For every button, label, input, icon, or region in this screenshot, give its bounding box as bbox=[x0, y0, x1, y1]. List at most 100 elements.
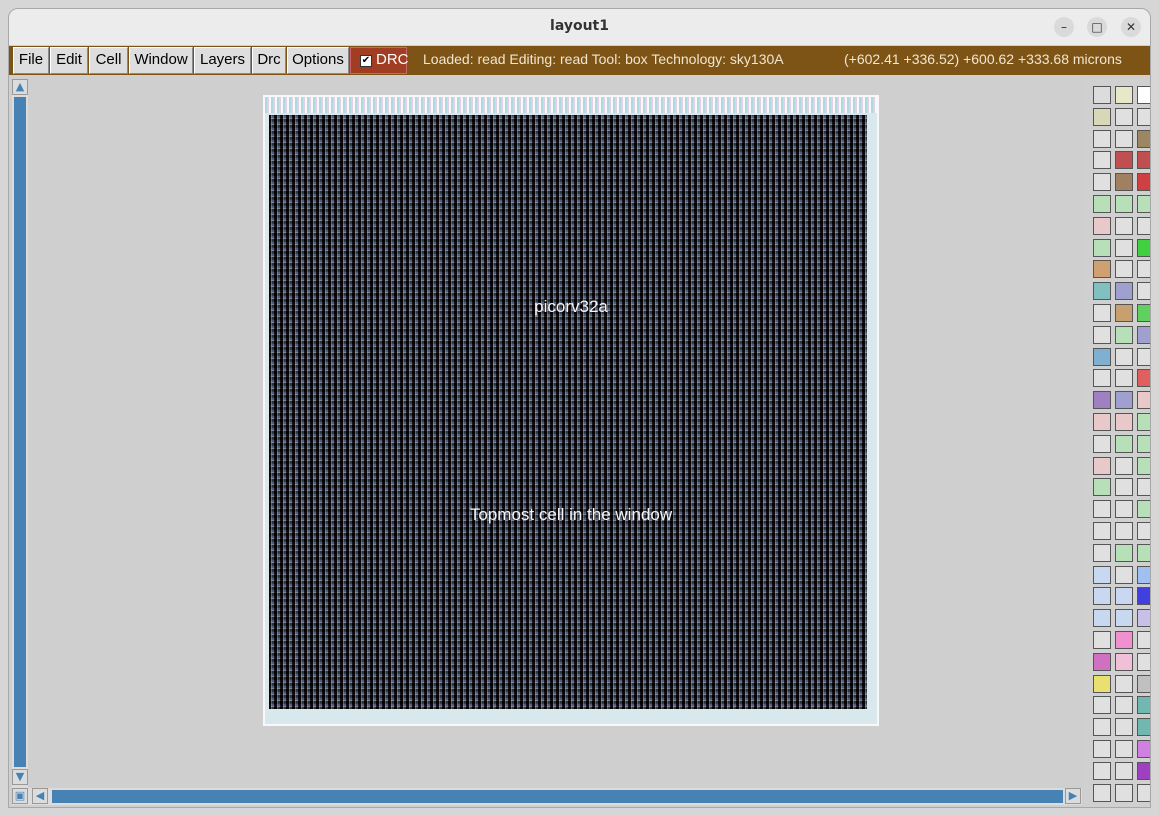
layer-swatch[interactable] bbox=[1115, 500, 1133, 519]
layer-swatch[interactable] bbox=[1093, 456, 1111, 475]
menu-layers[interactable]: Layers bbox=[194, 47, 251, 74]
layer-swatch[interactable] bbox=[1115, 151, 1133, 170]
layer-swatch[interactable] bbox=[1137, 652, 1150, 671]
layer-swatch[interactable] bbox=[1137, 631, 1150, 649]
layer-swatch[interactable] bbox=[1115, 195, 1133, 213]
layer-swatch[interactable] bbox=[1093, 565, 1111, 584]
layer-swatch[interactable] bbox=[1093, 282, 1111, 301]
layer-swatch[interactable] bbox=[1093, 151, 1111, 170]
layer-swatch[interactable] bbox=[1115, 413, 1133, 431]
layer-swatch[interactable] bbox=[1137, 609, 1150, 628]
layer-swatch[interactable] bbox=[1093, 238, 1111, 257]
layer-swatch[interactable] bbox=[1137, 304, 1150, 322]
layer-swatch[interactable] bbox=[1115, 238, 1133, 257]
layer-swatch[interactable] bbox=[1093, 107, 1111, 126]
layer-swatch[interactable] bbox=[1093, 260, 1111, 279]
horizontal-scrollbar[interactable]: ▣ ◀ ▶ bbox=[12, 788, 1082, 805]
layer-swatch[interactable] bbox=[1093, 173, 1111, 192]
menu-file[interactable]: File bbox=[13, 47, 49, 74]
layer-swatch[interactable] bbox=[1093, 216, 1111, 235]
layer-swatch[interactable] bbox=[1137, 413, 1150, 431]
layer-swatch[interactable] bbox=[1115, 86, 1133, 104]
scroll-left-arrow-icon[interactable]: ◀ bbox=[32, 788, 48, 804]
layer-swatch[interactable] bbox=[1137, 325, 1150, 344]
layer-swatch[interactable] bbox=[1093, 86, 1111, 104]
layer-swatch[interactable] bbox=[1137, 543, 1150, 562]
layer-swatch[interactable] bbox=[1137, 86, 1150, 104]
layer-swatch[interactable] bbox=[1093, 740, 1111, 758]
layer-swatch[interactable] bbox=[1137, 434, 1150, 453]
layer-swatch[interactable] bbox=[1093, 304, 1111, 322]
layer-swatch[interactable] bbox=[1137, 565, 1150, 584]
layer-swatch[interactable] bbox=[1137, 761, 1150, 780]
layer-swatch[interactable] bbox=[1137, 347, 1150, 366]
layer-swatch[interactable] bbox=[1137, 587, 1150, 606]
layer-swatch[interactable] bbox=[1115, 216, 1133, 235]
scroll-up-arrow-icon[interactable]: ▲ bbox=[12, 79, 28, 95]
layer-swatch[interactable] bbox=[1115, 652, 1133, 671]
layout-canvas[interactable]: picorv32a Topmost cell in the window bbox=[30, 79, 1083, 787]
layer-swatch[interactable] bbox=[1137, 783, 1150, 802]
layer-swatch[interactable] bbox=[1115, 456, 1133, 475]
layer-swatch[interactable] bbox=[1093, 587, 1111, 606]
menu-cell[interactable]: Cell bbox=[89, 47, 128, 74]
layer-swatch[interactable] bbox=[1093, 783, 1111, 802]
layer-swatch[interactable] bbox=[1115, 696, 1133, 715]
layer-swatch[interactable] bbox=[1115, 740, 1133, 758]
layer-swatch[interactable] bbox=[1093, 369, 1111, 388]
layer-swatch[interactable] bbox=[1093, 718, 1111, 737]
layer-swatch[interactable] bbox=[1093, 631, 1111, 649]
layer-swatch[interactable] bbox=[1137, 195, 1150, 213]
layer-swatch[interactable] bbox=[1137, 522, 1150, 540]
layer-swatch[interactable] bbox=[1115, 587, 1133, 606]
layer-swatch[interactable] bbox=[1093, 652, 1111, 671]
layer-swatch[interactable] bbox=[1115, 522, 1133, 540]
layer-swatch[interactable] bbox=[1115, 609, 1133, 628]
layer-swatch[interactable] bbox=[1093, 500, 1111, 519]
layer-swatch[interactable] bbox=[1115, 260, 1133, 279]
cell-bounding-box[interactable]: picorv32a Topmost cell in the window bbox=[263, 95, 879, 726]
layer-swatch[interactable] bbox=[1115, 369, 1133, 388]
layer-swatch[interactable] bbox=[1137, 674, 1150, 693]
layer-swatch[interactable] bbox=[1115, 674, 1133, 693]
layer-swatch[interactable] bbox=[1115, 282, 1133, 301]
close-button[interactable]: ✕ bbox=[1121, 17, 1141, 37]
layer-swatch[interactable] bbox=[1093, 609, 1111, 628]
layer-swatch[interactable] bbox=[1093, 674, 1111, 693]
layer-swatch[interactable] bbox=[1115, 325, 1133, 344]
layer-swatch[interactable] bbox=[1115, 434, 1133, 453]
layer-swatch[interactable] bbox=[1093, 195, 1111, 213]
layer-swatch[interactable] bbox=[1115, 565, 1133, 584]
drc-checkbox[interactable]: ✔ bbox=[360, 55, 372, 67]
layer-swatch[interactable] bbox=[1115, 478, 1133, 497]
menu-options[interactable]: Options bbox=[287, 47, 349, 74]
layer-swatch[interactable] bbox=[1137, 696, 1150, 715]
layer-swatch[interactable] bbox=[1137, 260, 1150, 279]
layer-swatch[interactable] bbox=[1137, 282, 1150, 301]
scroll-right-arrow-icon[interactable]: ▶ bbox=[1065, 788, 1081, 804]
layer-swatch[interactable] bbox=[1093, 391, 1111, 410]
layer-swatch[interactable] bbox=[1137, 173, 1150, 192]
layer-swatch[interactable] bbox=[1093, 543, 1111, 562]
layer-swatch[interactable] bbox=[1137, 478, 1150, 497]
layer-swatch[interactable] bbox=[1137, 369, 1150, 388]
menu-window[interactable]: Window bbox=[129, 47, 193, 74]
layer-swatch[interactable] bbox=[1093, 696, 1111, 715]
layer-swatch[interactable] bbox=[1115, 783, 1133, 802]
layer-swatch[interactable] bbox=[1137, 740, 1150, 758]
layer-swatch[interactable] bbox=[1093, 413, 1111, 431]
layer-swatch[interactable] bbox=[1093, 347, 1111, 366]
title-bar[interactable]: layout1 – □ ✕ bbox=[9, 9, 1150, 46]
layer-swatch[interactable] bbox=[1115, 173, 1133, 192]
menu-edit[interactable]: Edit bbox=[50, 47, 88, 74]
layer-swatch[interactable] bbox=[1137, 718, 1150, 737]
maximize-button[interactable]: □ bbox=[1087, 17, 1107, 37]
layer-swatch[interactable] bbox=[1137, 238, 1150, 257]
menu-drc[interactable]: Drc bbox=[252, 47, 286, 74]
vertical-scrollbar[interactable]: ▲ ▼ bbox=[12, 79, 28, 797]
layer-swatch[interactable] bbox=[1137, 456, 1150, 475]
layer-swatch[interactable] bbox=[1137, 151, 1150, 170]
layer-swatch[interactable] bbox=[1115, 718, 1133, 737]
layer-swatch[interactable] bbox=[1137, 216, 1150, 235]
layer-swatch[interactable] bbox=[1093, 129, 1111, 148]
